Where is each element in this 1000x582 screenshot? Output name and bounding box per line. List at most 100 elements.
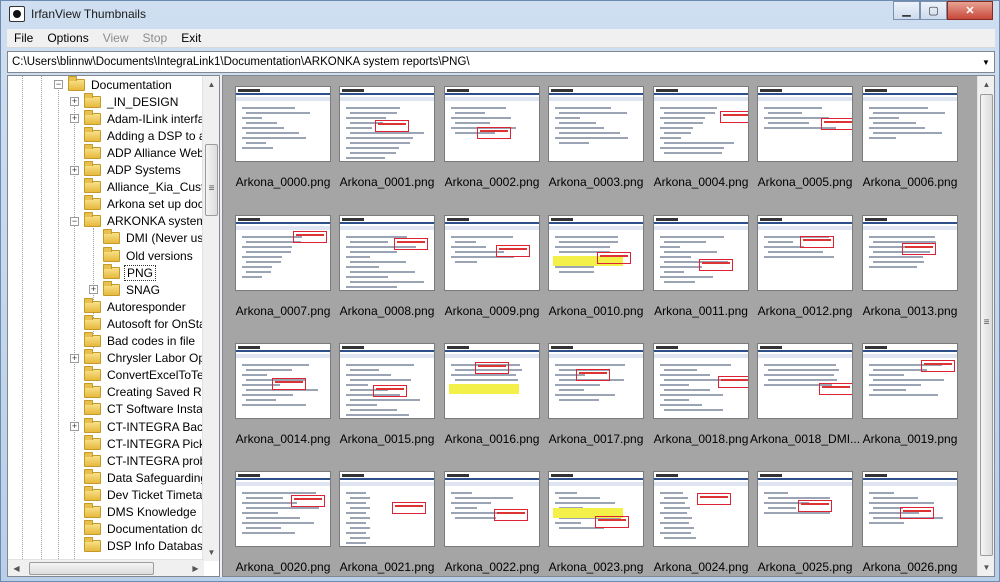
tree-item[interactable]: + _IN_DESIGN bbox=[70, 92, 180, 110]
tree-item[interactable]: ConvertExcelToTex bbox=[70, 366, 204, 384]
thumbnail-image[interactable] bbox=[548, 343, 644, 419]
tree-item[interactable]: PNG bbox=[89, 263, 157, 281]
expand-icon[interactable]: + bbox=[70, 97, 79, 107]
collapse-icon[interactable]: − bbox=[70, 216, 79, 226]
thumbnail-image[interactable] bbox=[862, 343, 958, 419]
thumbnail-image[interactable] bbox=[235, 86, 331, 162]
path-text[interactable]: C:\Users\blinnw\Documents\IntegraLink1\D… bbox=[8, 56, 978, 68]
thumbnail-item[interactable]: Arkona_0020.png bbox=[231, 471, 335, 574]
tree-item[interactable]: + ADP Systems bbox=[70, 161, 183, 179]
thumbnail-item[interactable]: Arkona_0018.png bbox=[649, 343, 753, 446]
thumbnail-image[interactable] bbox=[339, 215, 435, 291]
thumbnail-item[interactable]: Arkona_0014.png bbox=[231, 343, 335, 446]
tree-item[interactable]: Arkona set up docu bbox=[70, 195, 204, 213]
path-combobox[interactable]: C:\Users\blinnw\Documents\IntegraLink1\D… bbox=[7, 51, 995, 73]
thumbnail-item[interactable]: Arkona_0011.png bbox=[649, 215, 753, 318]
tree-item[interactable]: ADP Alliance Web E bbox=[70, 143, 204, 161]
tree-item[interactable]: DMI (Never use bbox=[89, 229, 204, 247]
expand-icon[interactable]: + bbox=[89, 285, 98, 295]
thumbnail-image[interactable] bbox=[444, 215, 540, 291]
thumbnail-item[interactable]: Arkona_0002.png bbox=[440, 86, 544, 189]
tree-item[interactable]: − Documentation bbox=[54, 76, 174, 93]
thumbnail-item[interactable]: Arkona_0022.png bbox=[440, 471, 544, 574]
thumbnail-item[interactable]: Arkona_0001.png bbox=[335, 86, 439, 189]
chevron-down-icon[interactable]: ▼ bbox=[978, 52, 994, 72]
thumbnail-item[interactable]: Arkona_0013.png bbox=[858, 215, 962, 318]
tree-item[interactable]: Documentation do bbox=[70, 520, 204, 538]
thumbnail-image[interactable] bbox=[444, 343, 540, 419]
expand-icon[interactable]: + bbox=[70, 353, 79, 363]
scroll-right-icon[interactable]: ▶ bbox=[187, 560, 204, 576]
thumbnail-image[interactable] bbox=[757, 343, 853, 419]
thumbnail-image[interactable] bbox=[548, 86, 644, 162]
thumbnail-item[interactable]: Arkona_0017.png bbox=[544, 343, 648, 446]
thumbnail-item[interactable]: Arkona_0006.png bbox=[858, 86, 962, 189]
thumbnail-item[interactable]: Arkona_0024.png bbox=[649, 471, 753, 574]
thumbnail-item[interactable]: Arkona_0018_DMI... bbox=[750, 343, 860, 446]
tree-item[interactable]: Bad codes in file bbox=[70, 332, 197, 350]
tree-vertical-scrollbar[interactable]: ▲ ≡ ▼ bbox=[202, 76, 219, 561]
thumbnail-item[interactable]: Arkona_0005.png bbox=[753, 86, 857, 189]
thumbnail-image[interactable] bbox=[757, 471, 853, 547]
thumbnail-image[interactable] bbox=[653, 343, 749, 419]
thumbnail-image[interactable] bbox=[653, 86, 749, 162]
grid-vertical-scrollbar[interactable]: ▲ ≡ ▼ bbox=[977, 76, 994, 576]
thumbnail-image[interactable] bbox=[235, 343, 331, 419]
tree-item[interactable]: + Adam-ILink interface bbox=[70, 109, 204, 127]
thumbnail-item[interactable]: Arkona_0008.png bbox=[335, 215, 439, 318]
tree-item[interactable]: + Chrysler Labor Ope bbox=[70, 349, 204, 367]
tree-item[interactable]: Old versions bbox=[89, 246, 195, 264]
close-button[interactable]: ✕ bbox=[947, 1, 993, 20]
thumbnail-image[interactable] bbox=[862, 215, 958, 291]
thumbnail-item[interactable]: Arkona_0003.png bbox=[544, 86, 648, 189]
thumbnail-image[interactable] bbox=[548, 215, 644, 291]
grid-scroll-down-icon[interactable]: ▼ bbox=[978, 559, 994, 576]
tree-horizontal-scrollbar[interactable]: ◀ ▶ bbox=[8, 559, 204, 576]
thumbnail-image[interactable] bbox=[653, 471, 749, 547]
scroll-down-icon[interactable]: ▼ bbox=[203, 544, 219, 561]
expand-icon[interactable]: + bbox=[70, 165, 79, 175]
tree-item[interactable]: Adding a DSP to a d bbox=[70, 126, 204, 144]
thumbnail-item[interactable]: Arkona_0010.png bbox=[544, 215, 648, 318]
scroll-up-icon[interactable]: ▲ bbox=[203, 76, 219, 93]
thumbnail-item[interactable]: Arkona_0012.png bbox=[753, 215, 857, 318]
tree-item[interactable]: Autosoft for OnStat bbox=[70, 314, 204, 332]
collapse-icon[interactable]: − bbox=[54, 80, 63, 89]
thumbnail-item[interactable]: Arkona_0015.png bbox=[335, 343, 439, 446]
tree-item[interactable]: + CT-INTEGRA Backg bbox=[70, 417, 204, 435]
grid-scroll-up-icon[interactable]: ▲ bbox=[978, 76, 994, 93]
thumbnail-item[interactable]: Arkona_0000.png bbox=[231, 86, 335, 189]
tree-item[interactable]: + SNAG bbox=[89, 280, 162, 298]
thumbnail-item[interactable]: Arkona_0016.png bbox=[440, 343, 544, 446]
tree-item[interactable]: Data Safeguarding bbox=[70, 468, 204, 486]
tree-item[interactable]: CT-INTEGRA Pick C bbox=[70, 434, 204, 452]
tree-item[interactable]: Creating Saved Rep bbox=[70, 383, 204, 401]
thumbnail-image[interactable] bbox=[862, 471, 958, 547]
thumbnail-image[interactable] bbox=[548, 471, 644, 547]
tree-item[interactable]: Dev Ticket Timetab bbox=[70, 485, 204, 503]
tree-item[interactable]: CT Software Installa bbox=[70, 400, 204, 418]
menu-file[interactable]: File bbox=[7, 31, 40, 45]
tree-hscroll-thumb[interactable] bbox=[29, 562, 154, 575]
minimize-button[interactable]: ▁ bbox=[893, 1, 920, 20]
thumbnail-item[interactable]: Arkona_0021.png bbox=[335, 471, 439, 574]
thumbnail-item[interactable]: Arkona_0004.png bbox=[649, 86, 753, 189]
thumbnail-item[interactable]: Arkona_0025.png bbox=[753, 471, 857, 574]
thumbnail-image[interactable] bbox=[444, 471, 540, 547]
thumbnail-item[interactable]: Arkona_0023.png bbox=[544, 471, 648, 574]
thumbnail-item[interactable]: Arkona_0007.png bbox=[231, 215, 335, 318]
thumbnail-image[interactable] bbox=[339, 471, 435, 547]
thumbnail-image[interactable] bbox=[757, 86, 853, 162]
thumbnail-image[interactable] bbox=[862, 86, 958, 162]
maximize-button[interactable]: ▢ bbox=[920, 1, 947, 20]
thumbnail-image[interactable] bbox=[235, 471, 331, 547]
thumbnail-image[interactable] bbox=[339, 343, 435, 419]
expand-icon[interactable]: + bbox=[70, 422, 79, 431]
thumbnail-item[interactable]: Arkona_0026.png bbox=[858, 471, 962, 574]
menu-exit[interactable]: Exit bbox=[174, 31, 208, 45]
thumbnail-image[interactable] bbox=[339, 86, 435, 162]
expand-icon[interactable]: + bbox=[70, 114, 79, 124]
thumbnail-image[interactable] bbox=[653, 215, 749, 291]
thumbnail-item[interactable]: Arkona_0009.png bbox=[440, 215, 544, 318]
tree-item[interactable]: DSP Info Database bbox=[70, 537, 204, 555]
